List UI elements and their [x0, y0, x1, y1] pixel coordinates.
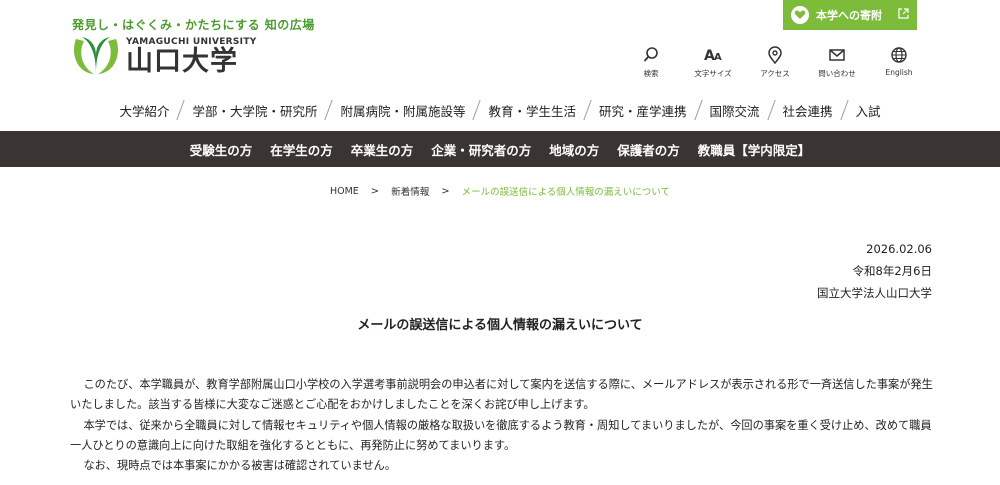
nav-item-admissions[interactable]: 入試: [845, 101, 892, 120]
main-nav: 大学紹介 学部・大学院・研究所 附属病院・附属施設等 教育・学生生活 研究・産学…: [0, 100, 1000, 120]
chevron-right-icon: >: [441, 185, 450, 197]
svg-text:A: A: [714, 52, 722, 63]
article-meta: 2026.02.06 令和8年2月6日 国立大学法人山口大学: [817, 238, 932, 304]
article-date: 2026.02.06: [866, 242, 932, 256]
chevron-right-icon: >: [370, 185, 380, 197]
english-label: English: [885, 68, 913, 77]
search-button[interactable]: 検索: [620, 46, 682, 79]
donation-button[interactable]: 本学への寄附: [783, 0, 917, 30]
font-size-button[interactable]: AA 文字サイズ: [682, 46, 744, 79]
breadcrumb: HOME > 新着情報 > メールの誤送信による個人情報の漏えいについて: [0, 184, 1000, 199]
audience-item-companies[interactable]: 企業・研究者の方: [422, 140, 540, 159]
breadcrumb-current: メールの誤送信による個人情報の漏えいについて: [461, 187, 671, 198]
contact-label: 問い合わせ: [818, 69, 856, 78]
nav-item-international[interactable]: 国際交流: [699, 101, 771, 120]
article-date-japanese: 令和8年2月6日: [852, 264, 932, 278]
article-paragraph: なお、現時点では本事案にかかる被害は確認されていません。: [83, 459, 397, 473]
search-label: 検索: [643, 69, 659, 78]
logo-mark-icon: [74, 37, 118, 74]
font-size-label: 文字サイズ: [694, 69, 732, 78]
audience-item-community[interactable]: 地域の方: [540, 140, 608, 159]
audience-item-students[interactable]: 在学生の方: [261, 140, 342, 159]
breadcrumb-news[interactable]: 新着情報: [391, 184, 429, 198]
audience-item-staff[interactable]: 教職員【学内限定】: [689, 140, 820, 159]
nav-item-research[interactable]: 研究・産学連携: [588, 101, 698, 120]
university-logo[interactable]: YAMAGUCHI UNIVERSITY 山口大学: [70, 33, 257, 77]
english-button[interactable]: English: [868, 46, 930, 79]
logo-japanese-name: 山口大学: [126, 46, 238, 77]
heart-hand-icon: [791, 6, 809, 24]
nav-item-faculties[interactable]: 学部・大学院・研究所: [181, 101, 328, 120]
article-paragraph: このたび、本学職員が、教育学部附属山口小学校の入学選考事前説明会の申込者に対して…: [70, 378, 933, 412]
tagline: 発見し・はぐくみ・かたちにする 知の広場: [72, 18, 315, 32]
breadcrumb-home[interactable]: HOME: [330, 186, 359, 197]
utility-nav: 検索 AA 文字サイズ アクセス 問い合わせ English: [620, 46, 930, 79]
access-label: アクセス: [760, 69, 790, 78]
contact-button[interactable]: 問い合わせ: [806, 46, 868, 79]
nav-item-hospital[interactable]: 附属病院・附属施設等: [329, 101, 476, 120]
location-icon: [768, 46, 782, 64]
article-title: メールの誤送信による個人情報の漏えいについて: [357, 318, 643, 333]
nav-item-education[interactable]: 教育・学生生活: [477, 101, 587, 120]
article-paragraph: 本学では、従来から全職員に対して情報セキュリティや個人情報の厳格な取扱いを徹底す…: [70, 418, 932, 452]
audience-nav: 受験生の方 在学生の方 卒業生の方 企業・研究者の方 地域の方 保護者の方 教職…: [0, 131, 1000, 167]
search-icon: [643, 47, 658, 62]
globe-icon: [891, 47, 907, 63]
mail-icon: [829, 49, 845, 61]
audience-item-applicants[interactable]: 受験生の方: [181, 140, 262, 159]
article-issuer: 国立大学法人山口大学: [817, 286, 932, 300]
nav-item-community[interactable]: 社会連携: [772, 101, 844, 120]
nav-item-about[interactable]: 大学紹介: [108, 101, 180, 120]
article-body: このたび、本学職員が、教育学部附属山口小学校の入学選考事前説明会の申込者に対して…: [70, 375, 940, 476]
audience-item-alumni[interactable]: 卒業生の方: [342, 140, 423, 159]
access-button[interactable]: アクセス: [744, 46, 806, 79]
audience-item-guardians[interactable]: 保護者の方: [608, 140, 689, 159]
external-link-icon: [898, 8, 909, 22]
donation-label: 本学への寄附: [816, 9, 882, 22]
font-size-icon: AA: [704, 48, 722, 64]
